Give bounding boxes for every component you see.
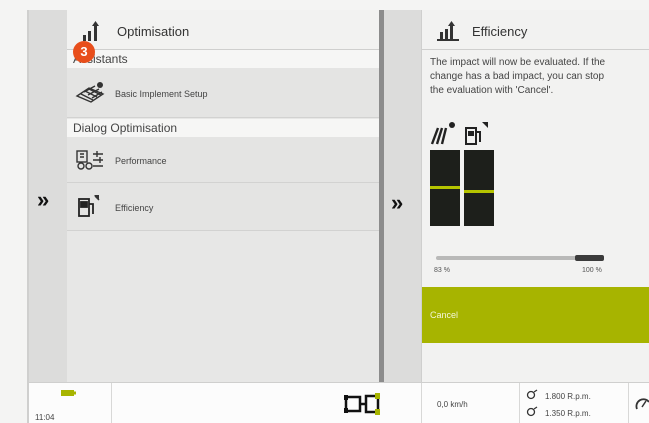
cancel-button[interactable]: Cancel (422, 287, 649, 343)
page-title: Optimisation (117, 24, 190, 39)
terminal-screen: » Optimisation Assistants Basic Implemen… (27, 10, 649, 423)
status-bar: 11:04 0,0 km/h 1.800 R.p.m. 1.350 R.p.m. (29, 382, 649, 423)
field-and-fuel-icons (430, 122, 488, 145)
time-cell: 11:04 (29, 383, 112, 423)
battery-icon (61, 390, 76, 396)
expand-chevron-icon[interactable]: » (37, 187, 49, 213)
engine-rpm-icon (526, 406, 538, 417)
panel-title: Efficiency (472, 24, 528, 39)
tractor-implement-icon (344, 393, 380, 415)
section-assistants: Assistants (67, 50, 379, 68)
ground-speed: 0,0 km/h (437, 400, 468, 409)
evaluation-description: The impact will now be evaluated. If the… (430, 56, 649, 98)
efficiency-header: Efficiency (422, 10, 649, 50)
optimisation-icon (83, 21, 99, 41)
menu-item-efficiency[interactable]: Efficiency (67, 183, 379, 231)
field-icon (430, 122, 455, 145)
efficiency-marker (464, 190, 494, 193)
progress-min-label: 83 % (434, 267, 450, 274)
evaluation-progress (436, 255, 604, 261)
optimisation-header: Optimisation (67, 10, 379, 50)
implement-setup-icon (75, 82, 105, 103)
step-number-badge: 3 (73, 41, 95, 63)
efficiency-panel: Efficiency The impact will now be evalua… (421, 10, 649, 382)
efficiency-fuel-icon (78, 195, 100, 217)
expand-chevron-icon[interactable]: » (391, 190, 403, 216)
gauge-icon[interactable] (635, 397, 649, 411)
efficiency-icon (437, 21, 459, 41)
efficiency-marker (430, 186, 460, 189)
menu-item-label: Basic Implement Setup (115, 89, 208, 99)
vehicle-cell[interactable] (112, 383, 422, 423)
progress-max-label: 100 % (582, 267, 602, 274)
progress-fill (575, 255, 604, 261)
menu-item-label: Efficiency (115, 203, 154, 213)
left-expand-column: » (29, 10, 67, 382)
engine-rpm-icon (526, 389, 538, 400)
description-line: change has a bad impact, you can stop (430, 71, 605, 82)
right-expand-column: » (384, 10, 421, 382)
performance-icon (76, 150, 103, 170)
description-line: The impact will now be evaluated. If the (430, 57, 606, 68)
engine-rpm-top: 1.800 R.p.m. (545, 392, 591, 401)
section-dialog-optimisation: Dialog Optimisation (67, 119, 379, 137)
clock-time: 11:04 (35, 413, 55, 422)
menu-item-label: Performance (115, 156, 167, 166)
fuel-pump-icon (465, 122, 488, 145)
engine-rpm-bottom: 1.350 R.p.m. (545, 409, 591, 418)
menu-item-basic-implement-setup[interactable]: Basic Implement Setup (67, 68, 379, 118)
fuel-efficiency-bar (464, 150, 494, 226)
optimisation-panel: Optimisation Assistants Basic Implement … (67, 10, 379, 382)
description-line: the evaluation with 'Cancel'. (430, 85, 554, 96)
field-efficiency-bar (430, 150, 460, 226)
menu-item-performance[interactable]: Performance (67, 137, 379, 183)
